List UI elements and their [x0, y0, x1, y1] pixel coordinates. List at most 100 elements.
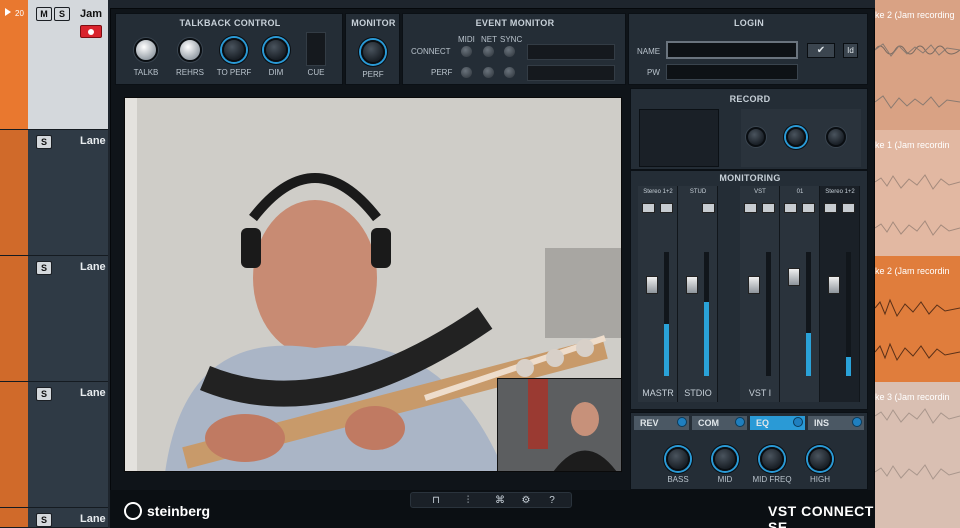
record-gain-knob[interactable] — [746, 127, 766, 147]
perf-activity-meter — [527, 65, 615, 81]
eq-bass-knob[interactable] — [666, 447, 690, 471]
knob-label: PERF — [362, 70, 384, 79]
power-icon[interactable] — [793, 417, 803, 427]
power-icon[interactable] — [852, 417, 862, 427]
track-row[interactable]: S Lane — [0, 130, 108, 256]
insert-button[interactable] — [824, 203, 837, 213]
audio-event[interactable]: ke 3 (Jam recordin — [875, 382, 960, 528]
record-section: RECORD — [630, 88, 868, 170]
channel-name: MASTR — [642, 388, 674, 398]
eq-mid-freq-knob[interactable] — [760, 447, 784, 471]
tab-eq[interactable]: EQ — [750, 416, 805, 430]
power-icon[interactable] — [677, 417, 687, 427]
track-name[interactable]: Lane — [80, 261, 106, 273]
solo-button[interactable]: S — [36, 135, 52, 149]
track-row[interactable]: S Lane — [0, 508, 108, 528]
brand-name: steinberg — [147, 503, 211, 519]
solo-button[interactable]: S — [54, 7, 70, 21]
network-icon[interactable]: ⌘ — [489, 493, 511, 509]
help-icon[interactable]: ? — [541, 493, 563, 509]
record-enable-button[interactable] — [80, 25, 102, 38]
solo-button[interactable]: S — [36, 513, 52, 527]
volume-fader[interactable] — [828, 276, 840, 294]
record-gain-knob[interactable] — [786, 127, 806, 147]
tab-label: EQ — [756, 418, 770, 428]
login-section: LOGIN NAME ✔ Id PW — [628, 13, 868, 85]
section-title: RECORD — [729, 94, 771, 104]
record-input-panel — [639, 109, 719, 167]
talkback-knob[interactable] — [134, 38, 158, 62]
play-marker-icon — [5, 8, 11, 16]
track-header: S Lane — [28, 130, 108, 255]
event-label: ke 2 (Jam recording — [875, 10, 955, 20]
track-name[interactable]: Jam — [80, 8, 102, 20]
product-name: VST CONNECT SE — [768, 503, 874, 528]
channel-route[interactable]: 01 — [780, 189, 820, 195]
track-row[interactable]: S Lane — [0, 256, 108, 382]
insert-button[interactable] — [762, 203, 775, 213]
track-row[interactable]: 20 M S Jam — [0, 0, 108, 130]
password-input[interactable] — [666, 64, 798, 80]
mute-button[interactable]: M — [36, 7, 52, 21]
channel-route[interactable]: Stereo 1+2 — [638, 189, 678, 195]
id-button[interactable]: Id — [843, 43, 858, 58]
knob-label: REHRS — [175, 68, 204, 77]
eq-high-knob[interactable] — [808, 447, 832, 471]
tab-rev[interactable]: REV — [634, 416, 689, 430]
track-name[interactable]: Lane — [80, 387, 106, 399]
power-icon[interactable] — [735, 417, 745, 427]
mixer-icon[interactable]: ⫶ — [457, 493, 479, 509]
audio-event[interactable]: ke 2 (Jam recordin — [875, 256, 960, 382]
insert-button[interactable] — [842, 203, 855, 213]
self-view-video — [497, 378, 621, 471]
record-gain-knob[interactable] — [826, 127, 846, 147]
cue-meter[interactable] — [306, 32, 326, 66]
track-header: M S Jam — [28, 0, 108, 129]
track-name[interactable]: Lane — [80, 135, 106, 147]
track-name[interactable]: Lane — [80, 513, 106, 525]
insert-button[interactable] — [642, 203, 655, 213]
knob-label: HIGH — [810, 475, 830, 484]
insert-button[interactable] — [802, 203, 815, 213]
eq-mid-knob[interactable] — [713, 447, 737, 471]
name-input[interactable] — [666, 41, 798, 59]
track-row[interactable]: S Lane — [0, 382, 108, 508]
arrangement-area[interactable]: ke 2 (Jam recording ke 1 (Jam recordin k… — [875, 0, 960, 528]
section-title: EVENT MONITOR — [475, 18, 555, 28]
insert-button[interactable] — [702, 203, 715, 213]
volume-fader[interactable] — [748, 276, 760, 294]
solo-button[interactable]: S — [36, 261, 52, 275]
row-label: PERF — [431, 68, 453, 77]
track-header: S Lane — [28, 256, 108, 381]
channel-route[interactable]: STUD — [678, 189, 718, 195]
rehearsal-knob[interactable] — [178, 38, 202, 62]
volume-fader[interactable] — [788, 268, 800, 286]
settings-icon[interactable]: ⚙ — [515, 493, 537, 509]
tab-ins[interactable]: INS — [808, 416, 864, 430]
net-connect-led — [483, 46, 494, 57]
channel-route[interactable]: VST — [740, 189, 780, 195]
knob-label: MID — [717, 475, 733, 484]
insert-button[interactable] — [660, 203, 673, 213]
audio-event[interactable]: ke 2 (Jam recording — [875, 0, 960, 130]
insert-button[interactable] — [784, 203, 797, 213]
solo-button[interactable]: S — [36, 387, 52, 401]
perf-monitor-knob[interactable] — [361, 40, 385, 64]
tab-com[interactable]: COM — [692, 416, 747, 430]
to-perf-knob[interactable] — [222, 38, 246, 62]
row-label: CONNECT — [411, 47, 451, 56]
channel-strip: Stereo 1+2 — [820, 186, 860, 402]
track-header: S Lane — [28, 382, 108, 507]
channel-route[interactable]: Stereo 1+2 — [820, 189, 860, 195]
monitor-section: MONITOR PERF — [345, 13, 400, 85]
knob-label: BASS — [667, 475, 689, 484]
audio-event[interactable]: ke 1 (Jam recordin — [875, 130, 960, 256]
confirm-button[interactable]: ✔ — [807, 43, 835, 58]
volume-fader[interactable] — [686, 276, 698, 294]
volume-fader[interactable] — [646, 276, 658, 294]
check-icon: ✔ — [816, 45, 826, 56]
insert-button[interactable] — [744, 203, 757, 213]
routing-icon[interactable]: ⊓ — [425, 493, 447, 509]
dim-knob[interactable] — [264, 38, 288, 62]
knob-label: TALKB — [133, 68, 159, 77]
